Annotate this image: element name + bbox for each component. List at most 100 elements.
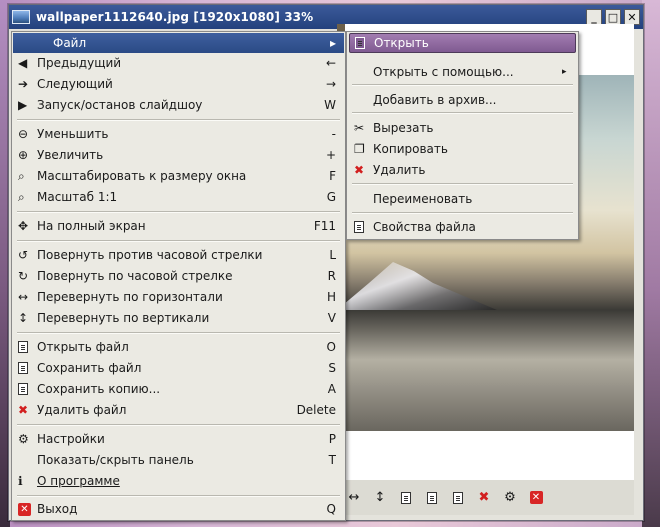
menu-item-label: Уменьшить — [37, 127, 109, 141]
menu-item-label: Повернуть по часовой стрелке — [37, 269, 233, 283]
menu-separator — [17, 495, 340, 497]
menu-separator — [17, 240, 340, 242]
save-copy-icon[interactable] — [449, 489, 467, 507]
menu-item-shortcut: F — [329, 169, 336, 183]
submenu-item-rename[interactable]: Переименовать — [349, 189, 576, 209]
menu-item-shortcut: W — [324, 98, 336, 112]
submenu-item-label: Копировать — [373, 142, 448, 156]
menu-item-zoom-out[interactable]: ⊖ Уменьшить - — [13, 124, 344, 144]
menu-item-label: Выход — [37, 502, 78, 516]
menu-item-fullscreen[interactable]: ✥ На полный экран F11 — [13, 216, 344, 236]
submenu-item-label: Свойства файла — [373, 220, 476, 234]
menu-item-rotate-ccw[interactable]: ↺ Повернуть против часовой стрелки L — [13, 245, 344, 265]
menu-item-toggle-panel[interactable]: Показать/скрыть панель T — [13, 450, 344, 470]
menu-item-shortcut: ← — [325, 56, 336, 70]
menu-separator — [17, 332, 340, 334]
delete-icon[interactable]: ✖ — [475, 489, 493, 507]
flip-horizontal-icon[interactable]: ↔ — [345, 489, 363, 507]
menu-item-label: Масштаб 1:1 — [37, 190, 118, 204]
submenu-item-properties[interactable]: Свойства файла — [349, 217, 576, 237]
submenu-separator — [352, 84, 573, 86]
exit-icon[interactable]: ✕ — [527, 489, 545, 507]
settings-icon: ⚙ — [18, 432, 29, 446]
submenu-separator — [352, 212, 573, 214]
save-file-icon — [13, 362, 33, 374]
menu-item-label: Настройки — [37, 432, 105, 446]
close-button[interactable]: ✕ — [624, 9, 640, 25]
menu-item-label: Сохранить копию... — [37, 382, 161, 396]
flip-horizontal-icon: ↔ — [18, 290, 29, 304]
submenu-item-cut[interactable]: ✂ Вырезать — [349, 118, 576, 138]
open-file-icon[interactable] — [397, 489, 415, 507]
menu-item-shortcut: O — [326, 340, 336, 354]
menu-item-zoom-fit[interactable]: ⌕ Масштабировать к размеру окна F — [13, 166, 344, 186]
menu-item-shortcut: - — [331, 127, 336, 141]
menu-item-label: На полный экран — [37, 219, 146, 233]
rotate-cw-icon: ↻ — [18, 269, 29, 283]
menu-item-shortcut: A — [327, 382, 336, 396]
settings-icon[interactable]: ⚙ — [501, 489, 519, 507]
menu-item-shortcut: T — [328, 453, 336, 467]
save-file-icon[interactable] — [423, 489, 441, 507]
open-icon — [350, 37, 370, 49]
menu-item-shortcut: R — [327, 269, 336, 283]
submenu-item-add-to-archive[interactable]: Добавить в архив... — [349, 90, 576, 110]
menu-separator — [17, 424, 340, 426]
menu-item-label: О программе — [37, 474, 120, 488]
delete-icon: ✖ — [354, 163, 365, 177]
properties-icon — [349, 221, 369, 233]
menu-item-label: Масштабировать к размеру окна — [37, 169, 247, 183]
menu-item-open-file[interactable]: Открыть файл O — [13, 337, 344, 357]
menu-item-shortcut: H — [326, 290, 336, 304]
arrow-right-icon: ➔ — [18, 77, 29, 91]
menu-item-previous[interactable]: ◀ Предыдущий ← — [13, 53, 344, 73]
menu-item-about[interactable]: ℹ О программе — [13, 471, 344, 491]
exit-icon: ✕ — [13, 502, 33, 516]
zoom-original-icon: ⌕ — [18, 189, 25, 204]
save-copy-icon — [13, 383, 33, 395]
delete-icon: ✖ — [18, 403, 29, 417]
menu-item-flip-horizontal[interactable]: ↔ Перевернуть по горизонтали H — [13, 287, 344, 307]
submenu-item-delete[interactable]: ✖ Удалить — [349, 160, 576, 180]
arrow-left-icon: ◀ — [18, 56, 28, 70]
bottom-toolbar: ↔ ↕ ✖ ⚙ ✕ — [337, 480, 634, 515]
menu-item-exit[interactable]: ✕ Выход Q — [13, 499, 344, 519]
image-file-icon — [12, 10, 30, 24]
menu-item-label: Запуск/останов слайдшоу — [37, 98, 203, 112]
flip-vertical-icon: ↕ — [18, 311, 29, 325]
submenu-item-label: Вырезать — [373, 121, 434, 135]
menu-item-label: Открыть файл — [37, 340, 129, 354]
menu-item-label: Предыдущий — [37, 56, 122, 70]
info-icon: ℹ — [18, 474, 23, 488]
submenu-item-copy[interactable]: ❐ Копировать — [349, 139, 576, 159]
window-title: wallpaper1112640.jpg [1920x1080] 33% — [36, 10, 314, 24]
menu-item-save-file[interactable]: Сохранить файл S — [13, 358, 344, 378]
submenu-item-label: Удалить — [373, 163, 426, 177]
maximize-button[interactable]: □ — [605, 9, 621, 25]
menu-item-zoom-in[interactable]: ⊕ Увеличить + — [13, 145, 344, 165]
menu-item-rotate-cw[interactable]: ↻ Повернуть по часовой стрелке R — [13, 266, 344, 286]
menu-item-delete-file[interactable]: ✖ Удалить файл Delete — [13, 400, 344, 420]
minimize-button[interactable]: _ — [586, 9, 602, 25]
submenu-separator — [352, 183, 573, 185]
cut-icon: ✂ — [354, 121, 365, 135]
menu-item-label: Сохранить файл — [37, 361, 142, 375]
menu-item-file[interactable]: Файл ▸ — [13, 33, 344, 53]
fullscreen-icon: ✥ — [18, 219, 29, 233]
menu-item-slideshow[interactable]: ▶ Запуск/останов слайдшоу W — [13, 95, 344, 115]
menu-item-shortcut: F11 — [313, 219, 336, 233]
submenu-item-open-with[interactable]: Открыть с помощью... ▸ — [349, 62, 576, 82]
menu-item-label: Перевернуть по горизонтали — [37, 290, 223, 304]
flip-vertical-icon[interactable]: ↕ — [371, 489, 389, 507]
submenu-item-open[interactable]: Открыть — [349, 33, 576, 53]
menu-item-shortcut: Delete — [296, 403, 336, 417]
menu-item-label: Файл — [53, 36, 87, 50]
menu-item-settings[interactable]: ⚙ Настройки P — [13, 429, 344, 449]
submenu-arrow-icon: ▸ — [562, 67, 567, 77]
menu-item-label: Удалить файл — [37, 403, 127, 417]
menu-item-save-copy[interactable]: Сохранить копию... A — [13, 379, 344, 399]
submenu-separator — [352, 112, 573, 114]
menu-item-zoom-original[interactable]: ⌕ Масштаб 1:1 G — [13, 187, 344, 207]
menu-item-next[interactable]: ➔ Следующий → — [13, 74, 344, 94]
menu-item-flip-vertical[interactable]: ↕ Перевернуть по вертикали V — [13, 308, 344, 328]
